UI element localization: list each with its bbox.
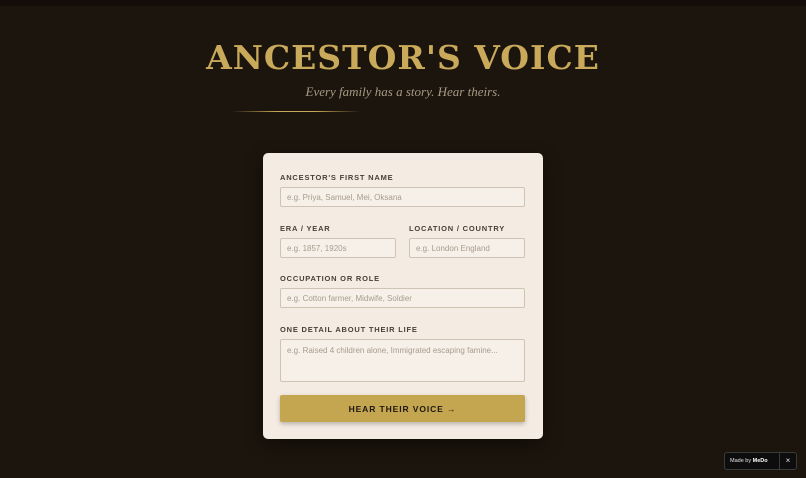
ancestor-form: ANCESTOR'S FIRST NAME ERA / YEAR LOCATIO… — [263, 153, 543, 439]
hear-their-voice-button[interactable]: HEAR THEIR VOICE → — [280, 395, 525, 422]
first-name-input[interactable] — [280, 187, 525, 207]
era-input[interactable] — [280, 238, 396, 258]
first-name-label: ANCESTOR'S FIRST NAME — [280, 173, 394, 182]
badge-prefix: Made by — [730, 458, 752, 464]
location-label: LOCATION / COUNTRY — [409, 224, 506, 233]
close-icon[interactable]: × — [780, 452, 796, 470]
page-title: ANCESTOR'S VOICE — [206, 38, 600, 77]
detail-textarea[interactable] — [280, 339, 525, 382]
hero-header: ANCESTOR'S VOICE Every family has a stor… — [0, 0, 806, 130]
medo-logo: MeDo — [752, 458, 768, 464]
location-input[interactable] — [409, 238, 525, 258]
detail-label: ONE DETAIL ABOUT THEIR LIFE — [280, 325, 418, 334]
made-by-badge[interactable]: Made by MeDo × — [724, 452, 797, 470]
badge-label: Made by MeDo — [725, 458, 779, 464]
era-label: ERA / YEAR — [280, 224, 331, 233]
page-subtitle: Every family has a story. Hear theirs. — [305, 84, 501, 99]
occupation-label: OCCUPATION OR ROLE — [280, 274, 380, 283]
decorative-divider — [232, 111, 360, 112]
occupation-input[interactable] — [280, 288, 525, 308]
